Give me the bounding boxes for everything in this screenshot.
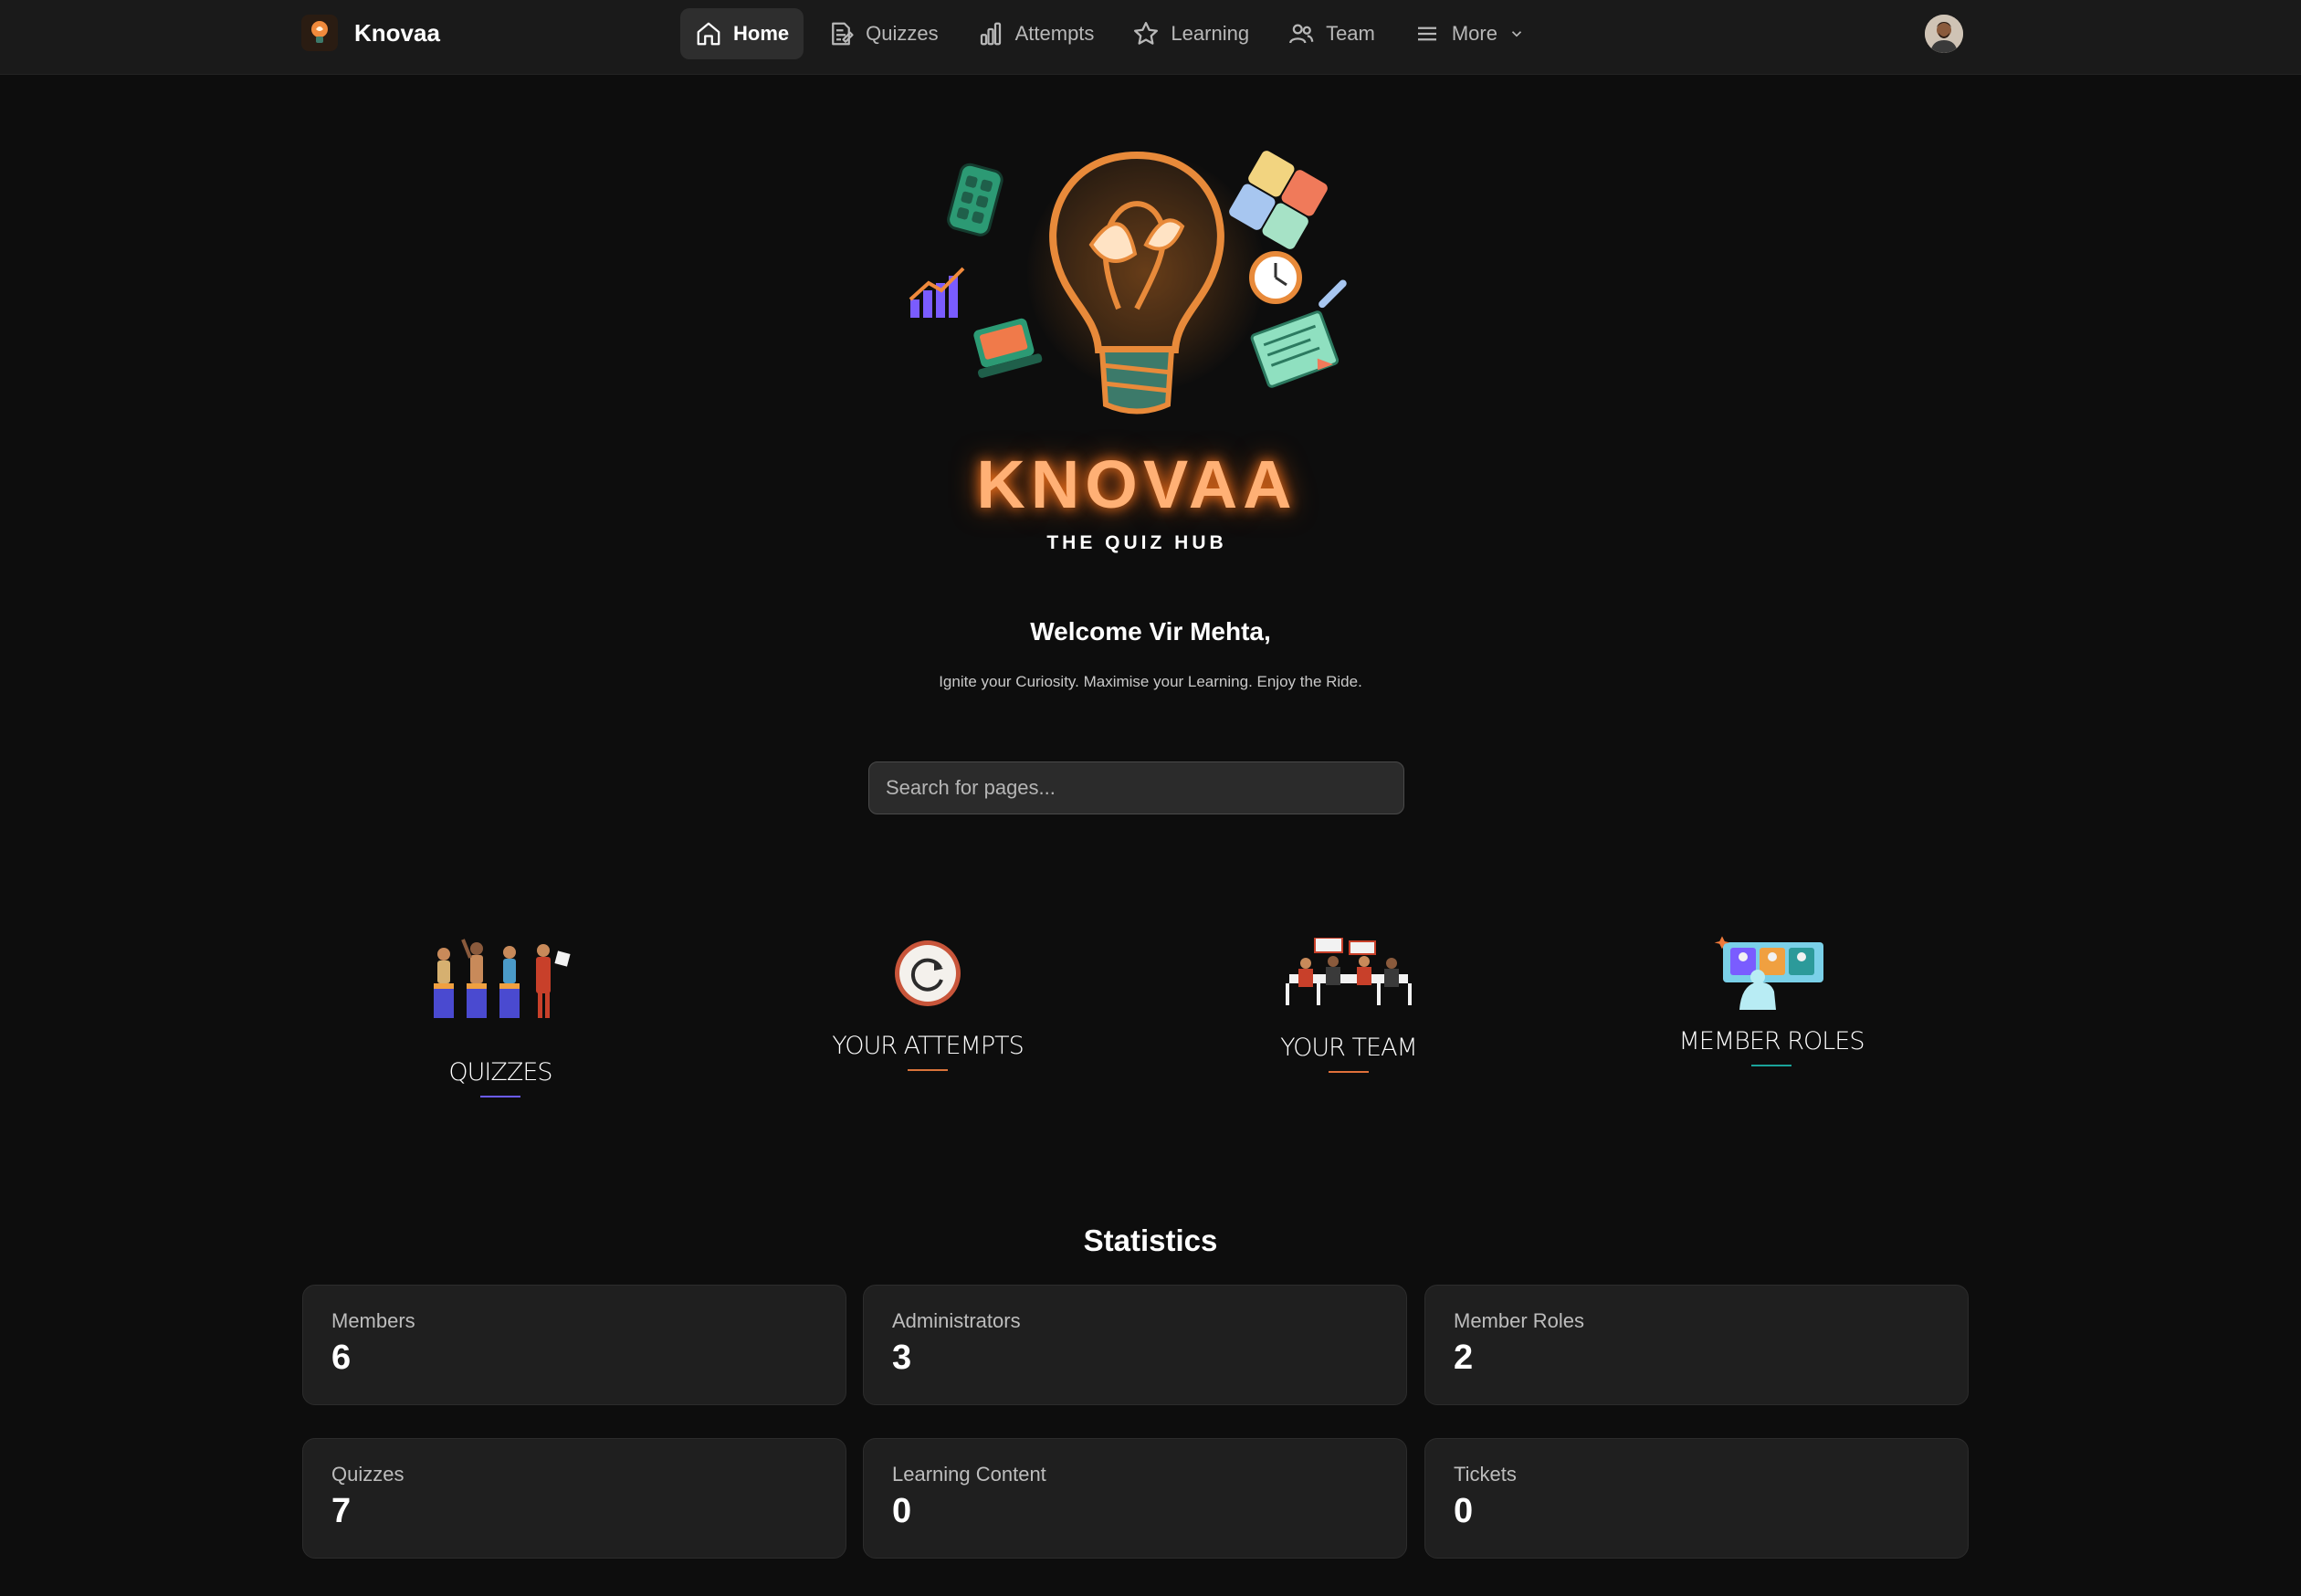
- bar-chart-icon: [980, 22, 1001, 46]
- nav-more[interactable]: More: [1399, 8, 1539, 59]
- stat-card-administrators: Administrators 3: [863, 1285, 1407, 1405]
- team-meeting-icon: [1286, 937, 1412, 1005]
- nav-quizzes[interactable]: Quizzes: [813, 8, 952, 59]
- stat-label: Tickets: [1454, 1463, 1517, 1486]
- top-navbar: Knovaa Home Quizzes Attempts Learning Te…: [0, 0, 2301, 75]
- growth-chart-icon: [909, 267, 965, 318]
- welcome-heading: Welcome Vir Mehta,: [1030, 617, 1271, 646]
- users-icon: [1289, 24, 1314, 44]
- stat-value: 3: [892, 1339, 912, 1377]
- nav-team[interactable]: Team: [1273, 8, 1390, 59]
- feature-your-team-label: YOUR TEAM: [1280, 1034, 1418, 1062]
- stat-value: 2: [1454, 1339, 1474, 1377]
- brand-link[interactable]: Knovaa: [301, 15, 440, 51]
- stat-label: Learning Content: [892, 1463, 1046, 1486]
- stat-label: Members: [331, 1309, 415, 1332]
- feature-quizzes-label: QUIZZES: [448, 1058, 552, 1087]
- stat-label: Administrators: [892, 1309, 1021, 1332]
- calculator-icon: [947, 163, 1003, 236]
- hero-tagline: THE QUIZ HUB: [1046, 532, 1227, 553]
- nav-quizzes-label: Quizzes: [866, 22, 939, 45]
- stat-card-members: Members 6: [302, 1285, 846, 1405]
- stat-label: Member Roles: [1454, 1309, 1585, 1332]
- feature-your-attempts[interactable]: YOUR ATTEMPTS: [791, 938, 1065, 1071]
- user-avatar[interactable]: [1925, 15, 1963, 53]
- welcome-subtitle: Ignite your Curiosity. Maximise your Lea…: [939, 673, 1362, 690]
- stat-card-quizzes: Quizzes 7: [302, 1438, 846, 1559]
- stat-card-member-roles: Member Roles 2: [1424, 1285, 1969, 1405]
- laptop-icon: [973, 318, 1043, 378]
- feature-your-team-underline: [1329, 1071, 1369, 1073]
- hero-banner: KNOVAA THE QUIZ HUB: [890, 99, 1383, 573]
- stat-value: 6: [331, 1339, 352, 1377]
- feature-quizzes[interactable]: QUIZZES: [363, 936, 637, 1097]
- nav-more-label: More: [1451, 22, 1497, 45]
- member-roles-icon: [1714, 936, 1823, 1010]
- search-input[interactable]: [868, 761, 1404, 814]
- nav-home[interactable]: Home: [680, 8, 804, 59]
- menu-icon: [1417, 26, 1436, 41]
- chevron-down-icon: [1511, 31, 1522, 37]
- retry-icon: [895, 940, 961, 1006]
- feature-quizzes-underline: [480, 1096, 520, 1097]
- lightbulb-logo-icon: [301, 15, 338, 51]
- clock-icon: [1249, 251, 1302, 304]
- document-icon: [832, 22, 854, 46]
- stat-card-learning-content: Learning Content 0: [863, 1438, 1407, 1559]
- home-icon: [697, 22, 720, 46]
- lightbulb-icon: [1049, 151, 1224, 415]
- quiz-contestants-icon: [434, 939, 571, 1018]
- brand-name: Knovaa: [354, 18, 440, 47]
- feature-your-team[interactable]: YOUR TEAM: [1212, 937, 1486, 1073]
- hero-illustration: [909, 151, 1347, 415]
- feature-member-roles-underline: [1751, 1065, 1791, 1066]
- nav-learning[interactable]: Learning: [1118, 8, 1264, 59]
- nav-home-label: Home: [733, 22, 790, 45]
- stat-label: Quizzes: [331, 1463, 405, 1486]
- feature-member-roles[interactable]: MEMBER ROLES: [1634, 935, 1908, 1066]
- main-nav: Home Quizzes Attempts Learning Team More: [680, 8, 1539, 59]
- star-icon: [1134, 22, 1159, 45]
- feature-your-attempts-underline: [908, 1069, 948, 1071]
- feature-member-roles-label: MEMBER ROLES: [1678, 1027, 1865, 1055]
- nav-team-label: Team: [1326, 22, 1375, 45]
- puzzle-icon: [1229, 151, 1328, 249]
- stat-value: 0: [892, 1492, 912, 1530]
- statistics-heading: Statistics: [1083, 1223, 1218, 1257]
- stat-value: 0: [1454, 1492, 1474, 1530]
- stat-card-tickets: Tickets 0: [1424, 1438, 1969, 1559]
- hero-wordmark: KNOVAA: [976, 446, 1298, 522]
- nav-learning-label: Learning: [1171, 22, 1250, 45]
- feature-your-attempts-label: YOUR ATTEMPTS: [832, 1032, 1024, 1060]
- nav-attempts[interactable]: Attempts: [962, 8, 1109, 59]
- stat-value: 7: [331, 1492, 352, 1530]
- nav-attempts-label: Attempts: [1014, 22, 1095, 45]
